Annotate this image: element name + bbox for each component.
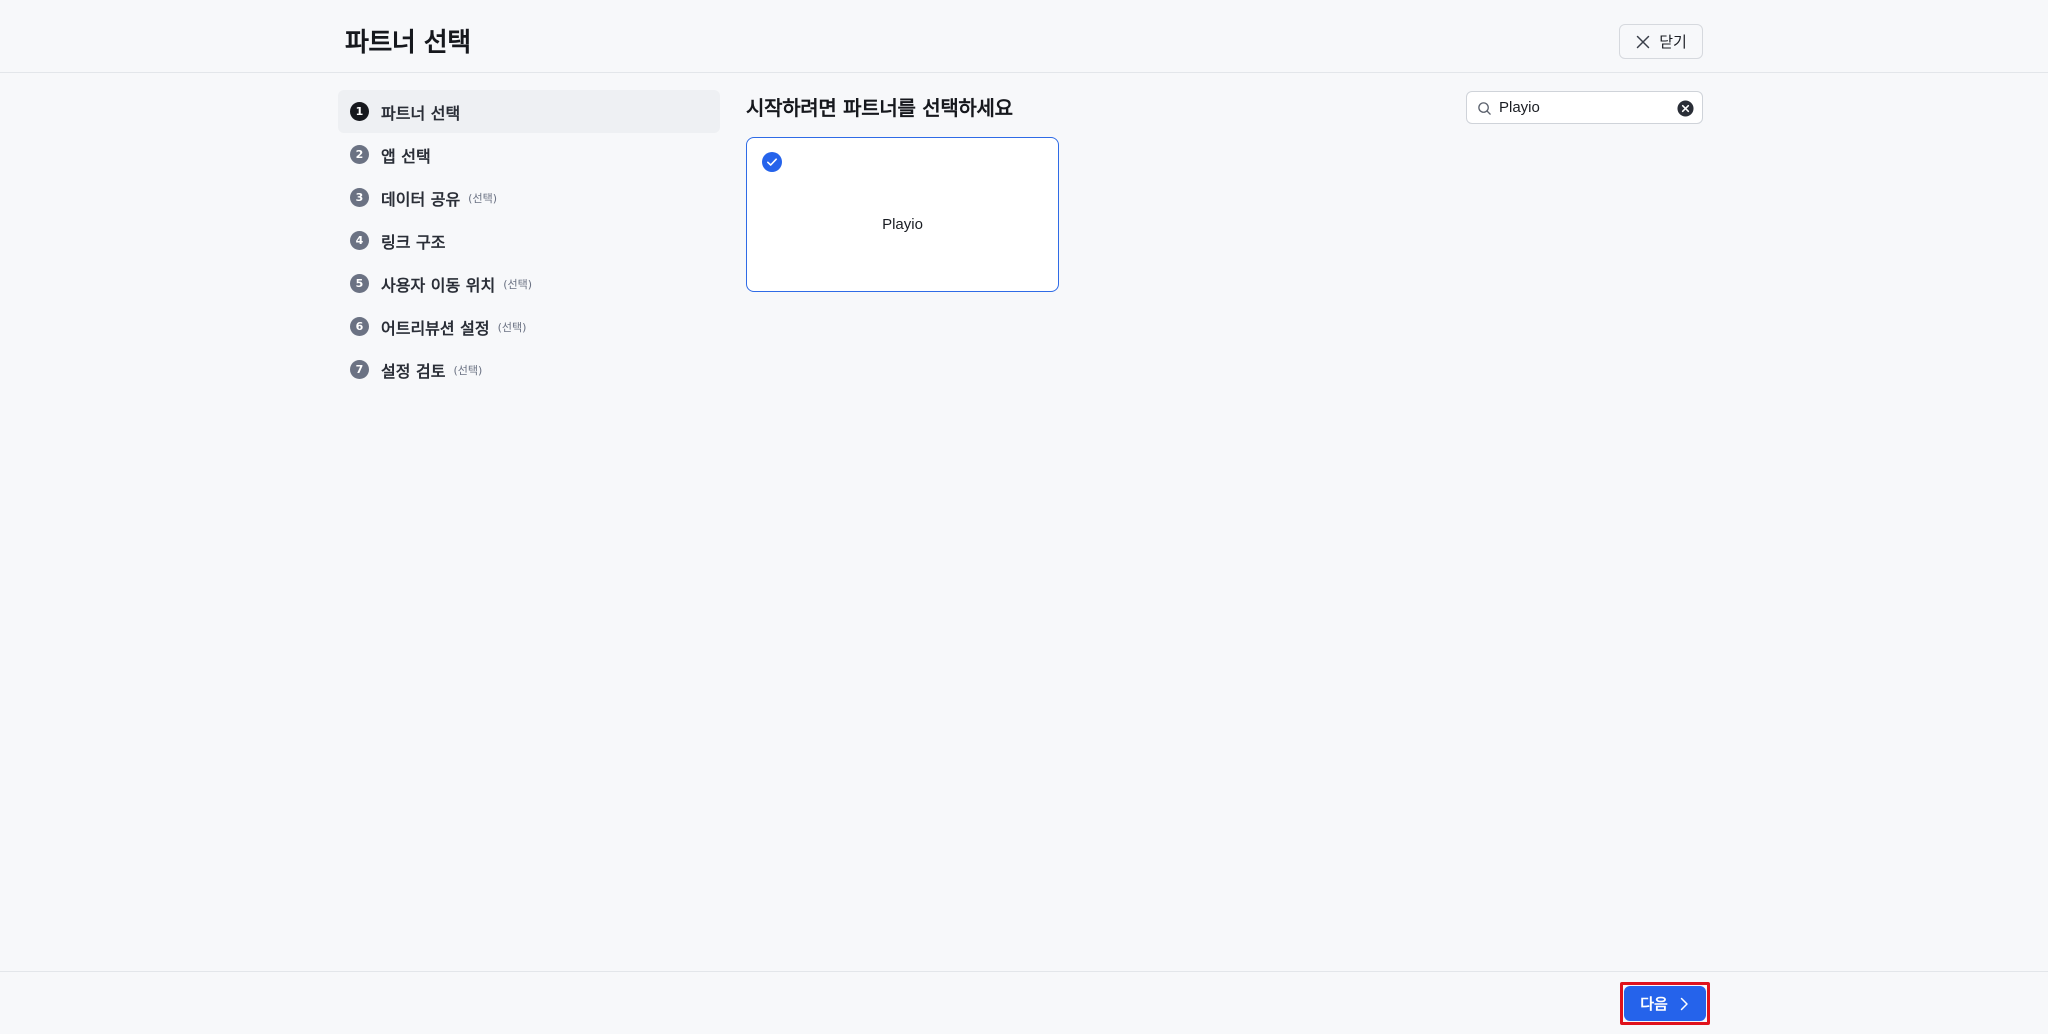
step-optional-tag: (선택) <box>453 363 483 377</box>
partner-name: Playio <box>882 216 923 233</box>
checkmark-icon <box>762 152 782 172</box>
chevron-right-icon <box>1680 997 1688 1010</box>
step-number: 7 <box>350 360 369 379</box>
next-button-label: 다음 <box>1640 996 1668 1013</box>
step-label: 링크 구조 <box>381 232 446 252</box>
clear-search-icon[interactable] <box>1677 100 1694 117</box>
step-link-structure[interactable]: 4 링크 구조 <box>338 219 720 262</box>
partner-search <box>1466 91 1703 124</box>
step-number: 5 <box>350 274 369 293</box>
section-heading: 시작하려면 파트너를 선택하세요 <box>746 96 1013 120</box>
step-number: 1 <box>350 102 369 121</box>
step-user-destination[interactable]: 5 사용자 이동 위치 (선택) <box>338 262 720 305</box>
step-label: 설정 검토 <box>381 361 446 381</box>
page-title: 파트너 선택 <box>345 28 471 58</box>
next-button[interactable]: 다음 <box>1624 986 1706 1021</box>
step-optional-tag: (선택) <box>503 277 533 291</box>
step-attribution-settings[interactable]: 6 어트리뷰션 설정 (선택) <box>338 305 720 348</box>
step-partner-select[interactable]: 1 파트너 선택 <box>338 90 720 133</box>
step-data-sharing[interactable]: 3 데이터 공유 (선택) <box>338 176 720 219</box>
step-optional-tag: (선택) <box>468 191 497 205</box>
partner-card-playio[interactable]: Playio <box>746 137 1059 292</box>
close-button-label: 닫기 <box>1659 34 1687 51</box>
step-label: 앱 선택 <box>381 146 431 166</box>
step-app-select[interactable]: 2 앱 선택 <box>338 133 720 176</box>
step-label: 데이터 공유 <box>381 189 461 209</box>
step-sidebar: 1 파트너 선택 2 앱 선택 3 데이터 공유 (선택) 4 링크 구조 5 … <box>338 90 720 391</box>
close-button[interactable]: 닫기 <box>1619 24 1703 59</box>
search-icon <box>1478 102 1491 115</box>
close-icon <box>1636 35 1650 48</box>
top-bar: 파트너 선택 닫기 <box>0 0 2048 73</box>
step-number: 2 <box>350 145 369 164</box>
step-label: 파트너 선택 <box>381 103 461 123</box>
step-review-settings[interactable]: 7 설정 검토 (선택) <box>338 348 720 391</box>
step-label: 사용자 이동 위치 <box>381 275 496 295</box>
step-label: 어트리뷰션 설정 <box>381 318 490 338</box>
step-number: 3 <box>350 188 369 207</box>
step-optional-tag: (선택) <box>497 320 527 334</box>
step-number: 4 <box>350 231 369 250</box>
footer-bar: 다음 <box>0 971 2048 1034</box>
step-number: 6 <box>350 317 369 336</box>
partner-setup-window: 파트너 선택 닫기 1 파트너 선택 2 앱 선택 3 데이터 공유 (선택) … <box>0 0 2048 1034</box>
search-input[interactable] <box>1499 92 1669 123</box>
